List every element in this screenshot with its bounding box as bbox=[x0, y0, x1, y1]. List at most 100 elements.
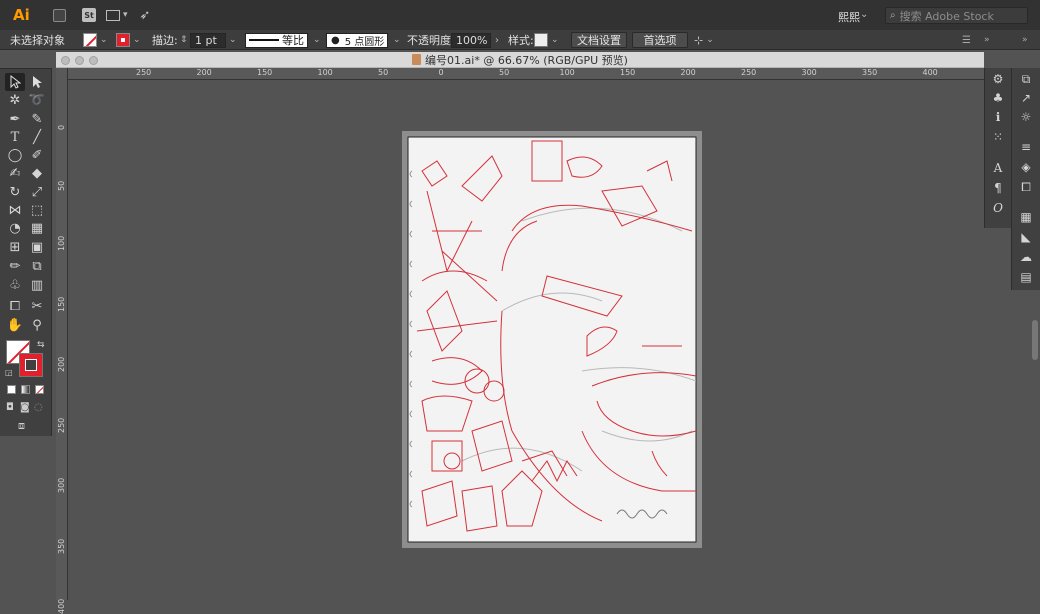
align-icon[interactable]: ⁙ bbox=[988, 128, 1008, 146]
open-link-icon[interactable]: ↗ bbox=[1016, 89, 1036, 107]
direct-selection-tool-icon[interactable] bbox=[27, 73, 47, 91]
line-tool-icon[interactable]: ╱ bbox=[27, 128, 47, 146]
transform-icon[interactable]: ⊹ bbox=[694, 34, 703, 47]
info-icon[interactable]: ℹ bbox=[988, 108, 1008, 126]
width-tool-icon[interactable]: ⋈ bbox=[5, 201, 25, 219]
fill-swatch[interactable] bbox=[83, 33, 97, 47]
screen-mode-icon[interactable]: ⧈ bbox=[18, 419, 25, 433]
chevron-down-icon[interactable]: ⌄ bbox=[860, 9, 868, 20]
symbol-sprayer-icon[interactable]: ♧ bbox=[5, 276, 25, 294]
curvature-tool-icon[interactable]: ✎ bbox=[27, 110, 47, 128]
gradient-tool-icon[interactable]: ▣ bbox=[27, 238, 47, 256]
symbols-icon[interactable]: ♣ bbox=[988, 89, 1008, 107]
magic-wand-icon[interactable]: ✲ bbox=[5, 91, 25, 109]
artboards-icon[interactable]: ⧠ bbox=[1016, 178, 1036, 196]
chevron-down-icon[interactable]: ⌄ bbox=[313, 35, 321, 45]
chevron-down-icon[interactable]: ▾ bbox=[123, 10, 128, 20]
document-setup-button[interactable]: 文档设置 bbox=[571, 32, 627, 48]
default-colors-icon[interactable]: ◲ bbox=[5, 368, 13, 377]
maximize-icon[interactable] bbox=[89, 56, 98, 65]
paintbrush-icon[interactable]: ✐ bbox=[27, 146, 47, 164]
ruler-tick-label: 50 bbox=[378, 68, 389, 77]
workspace-switcher[interactable]: 熙熙 bbox=[838, 9, 860, 25]
chevron-down-icon[interactable]: ⌄ bbox=[100, 35, 108, 45]
close-icon[interactable] bbox=[61, 56, 70, 65]
arrange-documents-icon[interactable] bbox=[106, 9, 120, 21]
document-tab[interactable]: 编号01.ai* @ 66.67% (RGB/GPU 预览) bbox=[56, 52, 984, 68]
opentype-icon[interactable]: O bbox=[988, 199, 1008, 217]
chevron-right-icon[interactable]: › bbox=[495, 35, 499, 46]
lasso-icon[interactable]: ➰ bbox=[27, 91, 47, 109]
eyedropper-icon[interactable]: ✏ bbox=[5, 257, 25, 275]
chevron-down-icon[interactable]: ⌄ bbox=[393, 35, 401, 45]
chevron-down-icon[interactable]: ⌄ bbox=[133, 35, 141, 45]
gpu-performance-icon[interactable]: ➶ bbox=[140, 8, 151, 23]
ruler-tick-label: 300 bbox=[801, 68, 817, 77]
transparency-icon[interactable]: ▤ bbox=[1016, 268, 1036, 286]
character-icon[interactable]: A bbox=[988, 159, 1008, 177]
ruler-tick-label: 100 bbox=[317, 68, 333, 77]
rotate-tool-icon[interactable]: ↻ bbox=[5, 183, 25, 201]
artboard[interactable] bbox=[402, 131, 702, 548]
appearance-icon[interactable]: ☼ bbox=[1016, 108, 1036, 126]
swap-icon[interactable]: ⇆ bbox=[37, 340, 45, 350]
minimize-icon[interactable] bbox=[75, 56, 84, 65]
stepper-icon[interactable]: ⇕ bbox=[180, 35, 188, 45]
swatches-icon[interactable]: ▦ bbox=[1016, 208, 1036, 226]
graphic-style-swatch[interactable] bbox=[534, 33, 548, 47]
stock-icon[interactable]: St bbox=[82, 8, 96, 22]
hand-tool-icon[interactable]: ✋ bbox=[5, 316, 25, 334]
eraser-icon[interactable]: ◆ bbox=[27, 164, 47, 182]
color-mode-icon[interactable] bbox=[7, 385, 16, 394]
collapse-icon[interactable]: » bbox=[1022, 35, 1028, 45]
mesh-tool-icon[interactable]: ⊞ bbox=[5, 238, 25, 256]
horizontal-ruler[interactable]: 250 200 150 100 50 0 50 100 150 200 250 300 350 400 bbox=[68, 68, 984, 80]
chevron-down-icon[interactable]: ⌄ bbox=[229, 35, 237, 45]
stroke-panel-icon[interactable]: ≡ bbox=[1016, 138, 1036, 156]
ruler-tick-label: 100 bbox=[57, 235, 66, 251]
stroke-color-icon[interactable] bbox=[19, 353, 43, 377]
gradient-panel-icon[interactable]: ◣ bbox=[1016, 228, 1036, 246]
vertical-ruler[interactable]: 0 50 100 150 200 250 300 350 400 bbox=[56, 68, 68, 614]
none-mode-icon[interactable] bbox=[35, 385, 44, 394]
layers-icon[interactable]: ◈ bbox=[1016, 158, 1036, 176]
gear-icon[interactable]: ⚙ bbox=[988, 70, 1008, 88]
ruler-tick-label: 150 bbox=[620, 68, 636, 77]
shape-builder-icon[interactable]: ◔ bbox=[5, 219, 25, 237]
canvas[interactable] bbox=[68, 80, 984, 600]
column-graph-icon[interactable]: ▥ bbox=[27, 276, 47, 294]
preferences-button[interactable]: 首选项 bbox=[632, 32, 688, 48]
pen-tool-icon[interactable]: ✒ bbox=[5, 110, 25, 128]
selection-tool-icon[interactable] bbox=[5, 73, 25, 91]
draw-inside-icon[interactable]: ◌ bbox=[34, 402, 43, 413]
collapse-icon[interactable]: » bbox=[984, 35, 990, 45]
stroke-weight-field[interactable]: 1 pt bbox=[190, 32, 226, 48]
perspective-grid-icon[interactable]: ▦ bbox=[27, 219, 47, 237]
brush-definition[interactable]: ● 5 点圆形 bbox=[326, 32, 388, 48]
stock-search-input[interactable]: ⌕ 搜索 Adobe Stock bbox=[885, 7, 1028, 24]
color-guide-icon[interactable]: ☁ bbox=[1016, 248, 1036, 266]
stroke-swatch[interactable] bbox=[116, 33, 130, 47]
shaper-tool-icon[interactable]: ✍ bbox=[5, 164, 25, 182]
zoom-tool-icon[interactable]: ⚲ bbox=[27, 316, 47, 334]
paragraph-icon[interactable]: ¶ bbox=[988, 179, 1008, 197]
slice-tool-icon[interactable]: ✂ bbox=[27, 297, 47, 315]
gradient-mode-icon[interactable] bbox=[21, 385, 30, 394]
ellipse-tool-icon[interactable]: ◯ bbox=[5, 146, 25, 164]
artboard-tool-icon[interactable]: ⧠ bbox=[5, 297, 25, 315]
type-tool-icon[interactable]: T bbox=[5, 128, 25, 146]
vertical-scrollbar[interactable] bbox=[1032, 320, 1038, 360]
opacity-field[interactable]: 100% bbox=[451, 32, 491, 48]
draw-behind-icon[interactable]: ◙ bbox=[20, 402, 30, 413]
ruler-tick-label: 200 bbox=[57, 356, 66, 372]
chevron-down-icon[interactable]: ⌄ bbox=[551, 35, 559, 45]
chevron-down-icon[interactable]: ⌄ bbox=[706, 35, 714, 45]
variable-width-profile[interactable]: 等比 bbox=[245, 32, 308, 48]
scale-tool-icon[interactable]: ⤢ bbox=[27, 183, 47, 201]
panel-menu-icon[interactable]: ☰ bbox=[962, 35, 971, 46]
blend-tool-icon[interactable]: ⧉ bbox=[27, 257, 47, 275]
export-icon[interactable]: ⧉ bbox=[1016, 70, 1036, 88]
free-transform-icon[interactable]: ⬚ bbox=[27, 201, 47, 219]
draw-normal-icon[interactable]: ◘ bbox=[6, 402, 14, 413]
bridge-icon[interactable] bbox=[53, 8, 66, 22]
